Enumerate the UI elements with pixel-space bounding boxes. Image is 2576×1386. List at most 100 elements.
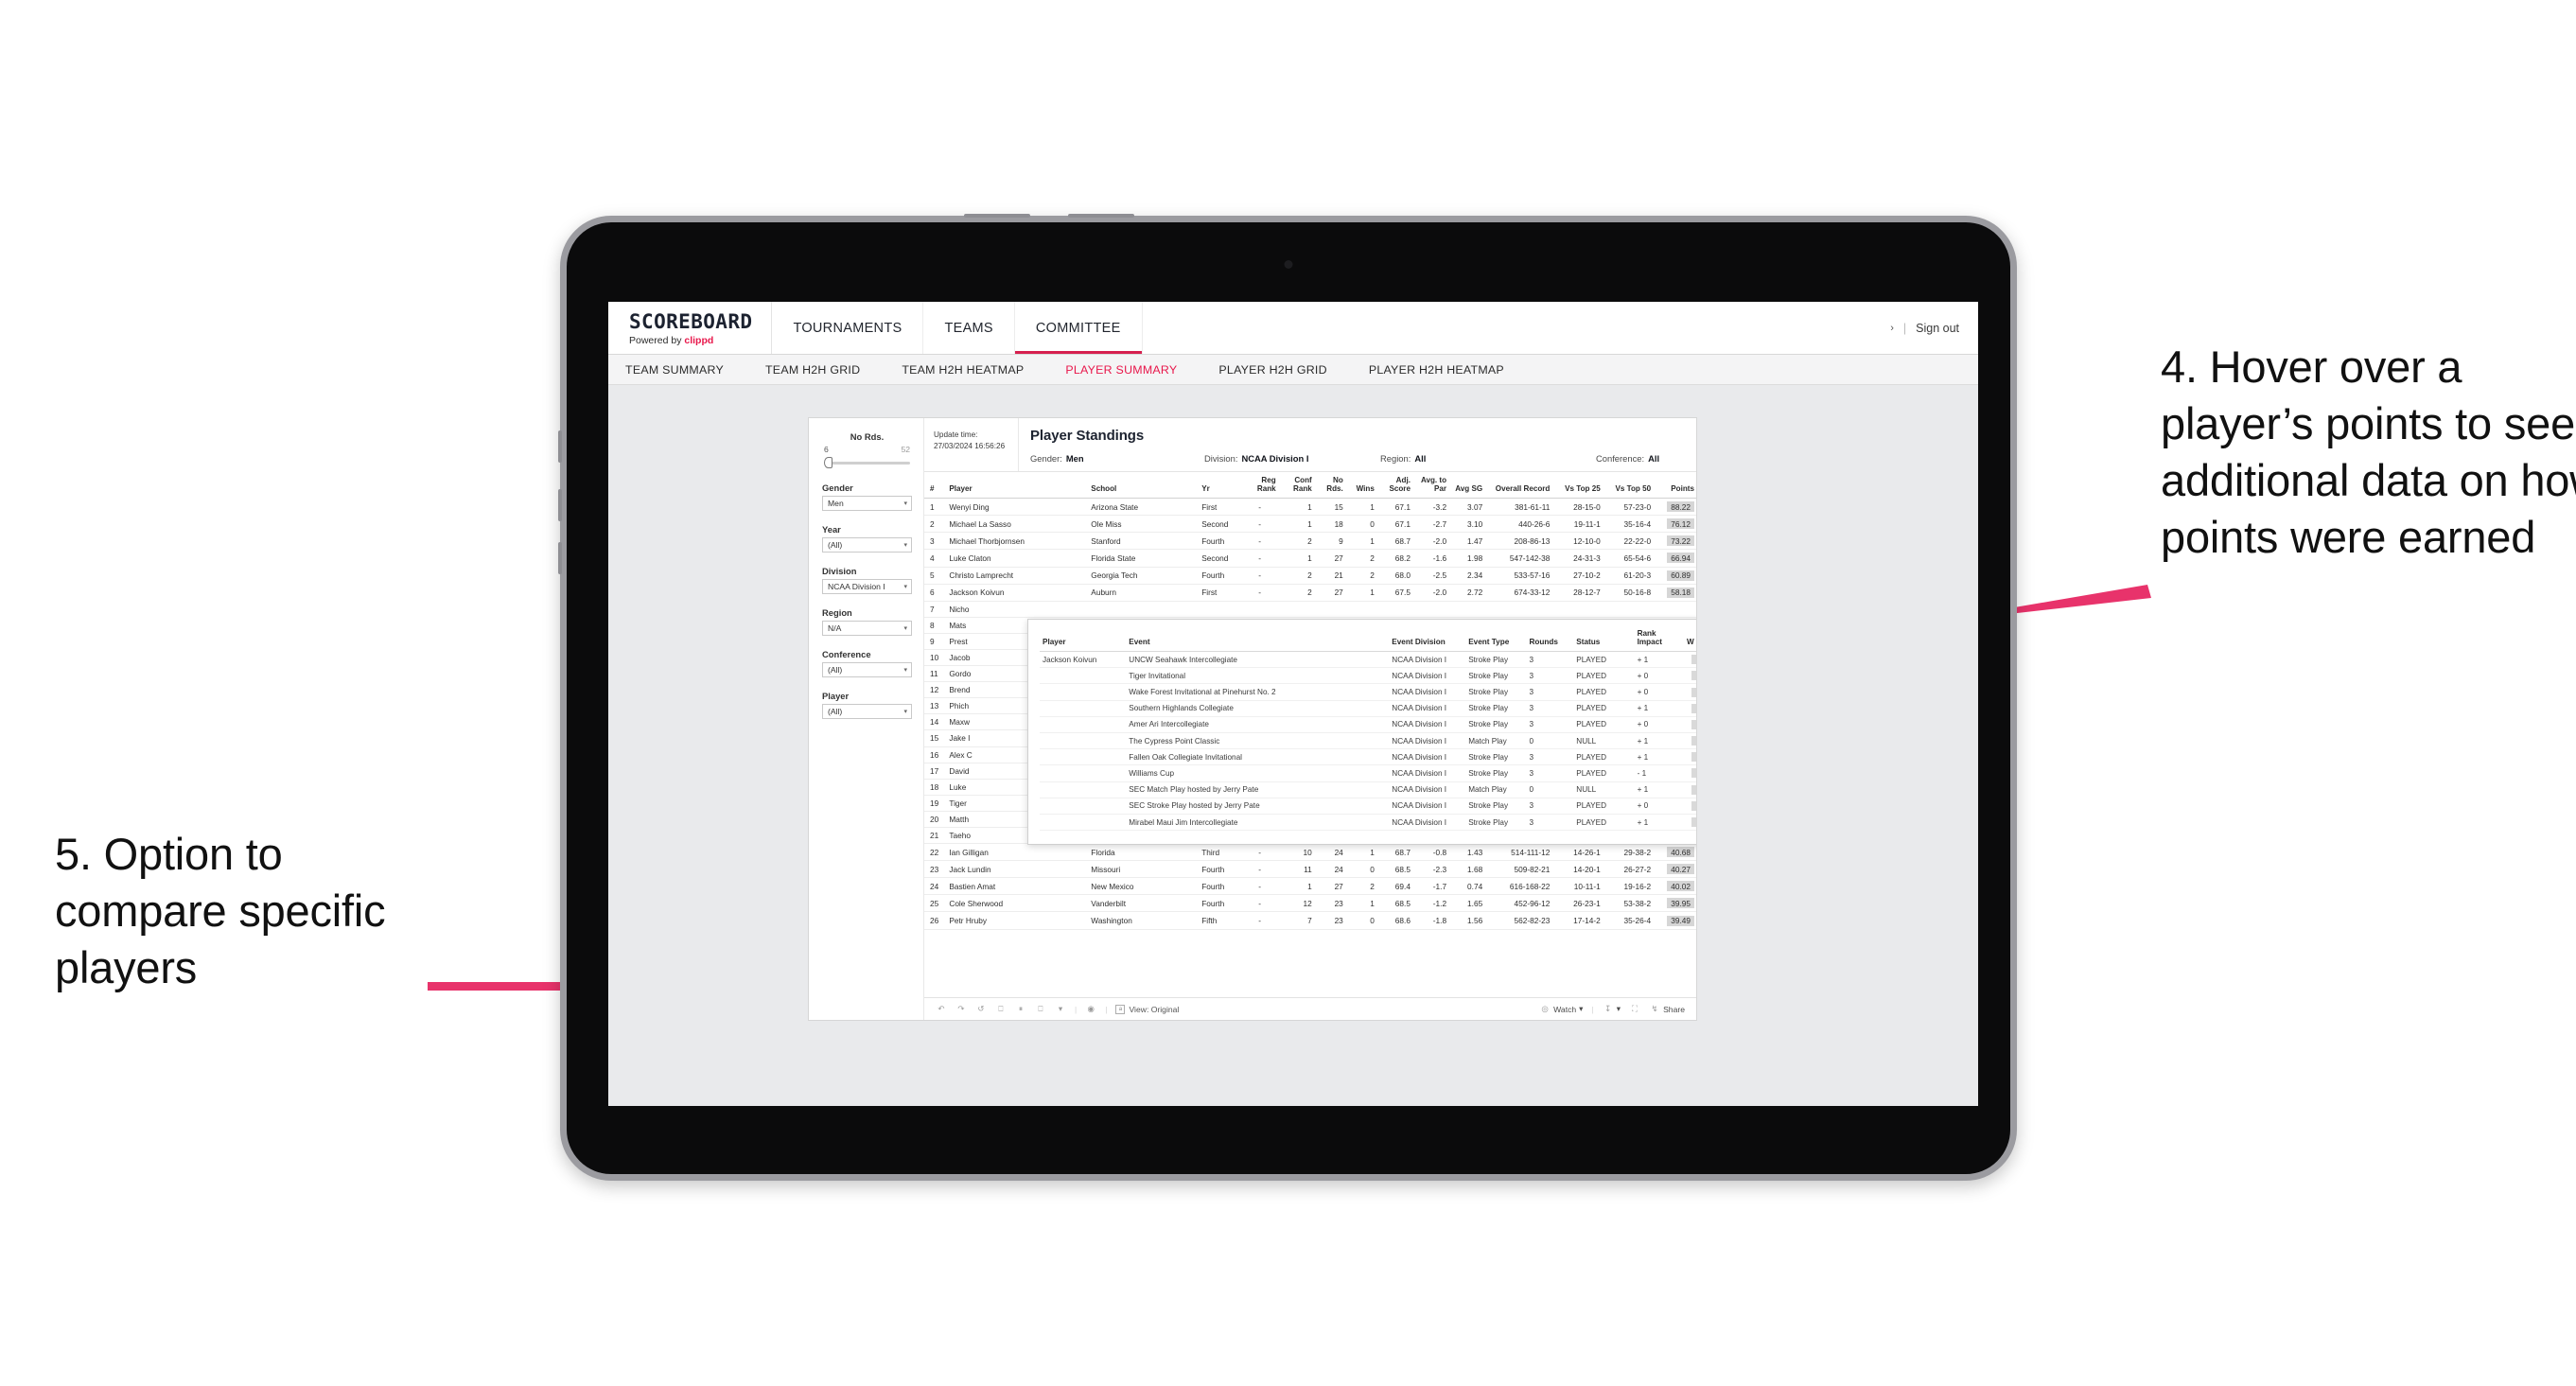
download-button[interactable]: ↧ ▾ bbox=[1603, 1004, 1621, 1015]
cell-rank: 7 bbox=[924, 601, 944, 618]
cell-value: 0.74 bbox=[1448, 877, 1485, 896]
cell-value: 24 bbox=[1313, 860, 1345, 879]
filter-select-region[interactable]: N/A ▾ bbox=[822, 621, 912, 636]
tab-player-h2h-heatmap[interactable]: PLAYER H2H HEATMAP bbox=[1369, 363, 1527, 377]
cell-value: 69.4 bbox=[1376, 877, 1412, 896]
cell-tooltip-player bbox=[1040, 814, 1127, 832]
cell-points[interactable]: 39.95 bbox=[1653, 894, 1696, 913]
col-rank[interactable]: # bbox=[924, 472, 944, 500]
redo-icon[interactable]: ↷ bbox=[955, 1004, 967, 1015]
cell-points[interactable] bbox=[1653, 601, 1696, 618]
cell-reg-rank: - bbox=[1241, 515, 1278, 534]
points-badge[interactable]: 40.02 bbox=[1667, 881, 1694, 892]
data-details-icon[interactable]: ◉ bbox=[1085, 1004, 1096, 1015]
cell-points[interactable]: 66.94 bbox=[1653, 549, 1696, 568]
w-points-badge: 46.72 bbox=[1691, 687, 1696, 697]
points-badge[interactable]: 73.22 bbox=[1667, 535, 1694, 547]
cell-event-type: Stroke Play bbox=[1465, 748, 1527, 766]
col-vs-top-50[interactable]: Vs Top 50 bbox=[1602, 472, 1654, 500]
cell-points[interactable]: 88.22 bbox=[1653, 498, 1696, 517]
cell-points[interactable]: 40.27 bbox=[1653, 860, 1696, 879]
col-vs-top-25[interactable]: Vs Top 25 bbox=[1551, 472, 1603, 500]
share-button[interactable]: ↯ Share bbox=[1649, 1004, 1685, 1015]
slider-handle[interactable] bbox=[824, 457, 832, 468]
annotation-text-right: 4. Hover over a player’s points to see a… bbox=[2161, 342, 2576, 563]
cell-rank: 6 bbox=[924, 584, 944, 602]
tab-team-h2h-grid[interactable]: TEAM H2H GRID bbox=[765, 363, 883, 377]
undo-icon[interactable]: ↶ bbox=[936, 1004, 947, 1015]
device-layout-icon[interactable]: ⎕ bbox=[1035, 1004, 1046, 1015]
tab-team-h2h-heatmap[interactable]: TEAM H2H HEATMAP bbox=[902, 363, 1046, 377]
filter-select-conference[interactable]: (All) ▾ bbox=[822, 662, 912, 677]
cell-points[interactable]: 58.18 bbox=[1653, 584, 1696, 602]
sign-out-link[interactable]: Sign out bbox=[1916, 322, 1959, 335]
points-badge[interactable]: 76.12 bbox=[1667, 518, 1694, 530]
cell-points[interactable]: 39.49 bbox=[1653, 911, 1696, 930]
col-player[interactable]: Player bbox=[943, 472, 1086, 500]
cell-rounds: 3 bbox=[1526, 667, 1574, 685]
tab-player-summary[interactable]: PLAYER SUMMARY bbox=[1065, 363, 1200, 377]
col-yr[interactable]: Yr bbox=[1196, 472, 1242, 500]
cell-points[interactable]: 60.89 bbox=[1653, 567, 1696, 585]
cell-points[interactable]: 76.12 bbox=[1653, 515, 1696, 534]
table-row[interactable]: 7 Nicho bbox=[924, 601, 1696, 618]
filter-group-region: Region N/A ▾ bbox=[822, 607, 912, 636]
table-row[interactable]: 24 Bastien Amat New Mexico Fourth -1 27 2 69.4-… bbox=[924, 877, 1696, 896]
table-row[interactable]: 26 Petr Hruby Washington Fifth -7 23 0 68.6 -1.8… bbox=[924, 911, 1696, 930]
filter-label-gender: Gender bbox=[822, 482, 853, 493]
table-row[interactable]: 2 Michael La Sasso Ole Miss Second -1 18 0 67.1… bbox=[924, 515, 1696, 534]
col-conf-rank[interactable]: Conf Rank bbox=[1277, 472, 1314, 500]
filter-select-gender[interactable]: Men ▾ bbox=[822, 496, 912, 511]
points-badge[interactable]: 39.49 bbox=[1667, 915, 1694, 926]
col-adj-score[interactable]: Adj. Score bbox=[1376, 472, 1412, 500]
table-row[interactable]: 22 Ian Gilligan Florida Third -10 24 1 68.7 -0.8… bbox=[924, 843, 1696, 862]
watch-button[interactable]: ◎ Watch ▾ bbox=[1539, 1004, 1583, 1015]
table-row[interactable]: 4 Luke Claton Florida State Second -1 27 2 68.2… bbox=[924, 549, 1696, 568]
col-avg-sg[interactable]: Avg SG bbox=[1448, 472, 1485, 500]
col-school[interactable]: School bbox=[1085, 472, 1197, 500]
cell-points[interactable]: 40.02 bbox=[1653, 877, 1696, 896]
tab-team-summary[interactable]: TEAM SUMMARY bbox=[625, 363, 746, 377]
col-reg-rank[interactable]: Reg Rank bbox=[1241, 472, 1278, 500]
col-avg-to-par[interactable]: Avg. to Par bbox=[1411, 472, 1449, 500]
pause-updates-icon[interactable]: ⏸ bbox=[1015, 1004, 1026, 1015]
cell-points[interactable]: 73.22 bbox=[1653, 532, 1696, 551]
filter-select-division[interactable]: NCAA Division I ▾ bbox=[822, 579, 912, 594]
cell-points[interactable]: 40.68 bbox=[1653, 843, 1696, 862]
table-row[interactable]: 23 Jack Lundin Missouri Fourth -11 24 0 68.5 -2.… bbox=[924, 860, 1696, 879]
points-badge[interactable]: 40.27 bbox=[1667, 864, 1694, 875]
nav-item-teams[interactable]: TEAMS bbox=[923, 302, 1015, 354]
tab-player-h2h-grid[interactable]: PLAYER H2H GRID bbox=[1218, 363, 1349, 377]
chevron-down-icon[interactable]: ▾ bbox=[1055, 1004, 1066, 1015]
table-row[interactable]: 3 Michael Thorbjornsen Stanford Fourth -2 9 1 6… bbox=[924, 532, 1696, 551]
points-badge[interactable]: 60.89 bbox=[1667, 570, 1694, 581]
points-badge[interactable]: 39.95 bbox=[1667, 898, 1694, 909]
table-row[interactable]: 5 Christo Lamprecht Georgia Tech Fourth -2 21… bbox=[924, 567, 1696, 585]
fullscreen-icon[interactable]: ⛶ bbox=[1629, 1004, 1640, 1015]
col-no-rds[interactable]: No Rds. bbox=[1313, 472, 1345, 500]
points-badge[interactable]: 58.18 bbox=[1667, 587, 1694, 598]
col-overall-record[interactable]: Overall Record bbox=[1484, 472, 1552, 500]
nav-item-committee[interactable]: COMMITTEE bbox=[1014, 302, 1143, 354]
brand-logo[interactable]: SCOREBOARD Powered by clippd bbox=[608, 302, 773, 354]
points-badge[interactable]: 40.68 bbox=[1667, 847, 1694, 858]
table-row[interactable]: 6 Jackson Koivun Auburn First -2 27 1 67.5 -2.0 2… bbox=[924, 584, 1696, 602]
nav-item-tournaments[interactable]: TOURNAMENTS bbox=[772, 302, 924, 354]
table-row[interactable]: 25 Cole Sherwood Vanderbilt Fourth -12 23 1 68.… bbox=[924, 894, 1696, 913]
table-header-row: # Player School Yr Reg Rank Conf Rank No… bbox=[924, 472, 1696, 500]
refresh-icon[interactable]: ⎕ bbox=[995, 1004, 1007, 1015]
col-wins[interactable]: Wins bbox=[1344, 472, 1376, 500]
table-row[interactable]: 1 Wenyi Ding Arizona State First -1 15 1 67.1 -3… bbox=[924, 498, 1696, 517]
view-original-button[interactable]: a View: Original bbox=[1115, 1004, 1179, 1014]
cell-event-type: Stroke Play bbox=[1465, 716, 1527, 733]
points-badge[interactable]: 88.22 bbox=[1667, 501, 1694, 513]
col-points[interactable]: Points bbox=[1653, 472, 1696, 500]
points-badge[interactable]: 66.94 bbox=[1667, 553, 1694, 564]
standings-table-wrap[interactable]: # Player School Yr Reg Rank Conf Rank No… bbox=[924, 472, 1696, 997]
revert-icon[interactable]: ↺ bbox=[975, 1004, 987, 1015]
filter-select-player[interactable]: (All) ▾ bbox=[822, 704, 912, 719]
rounds-slider[interactable] bbox=[822, 456, 912, 469]
cell-reg-rank: - bbox=[1241, 498, 1278, 517]
user-menu-caret-icon[interactable]: › bbox=[1890, 323, 1894, 334]
filter-select-year[interactable]: (All) ▾ bbox=[822, 537, 912, 553]
